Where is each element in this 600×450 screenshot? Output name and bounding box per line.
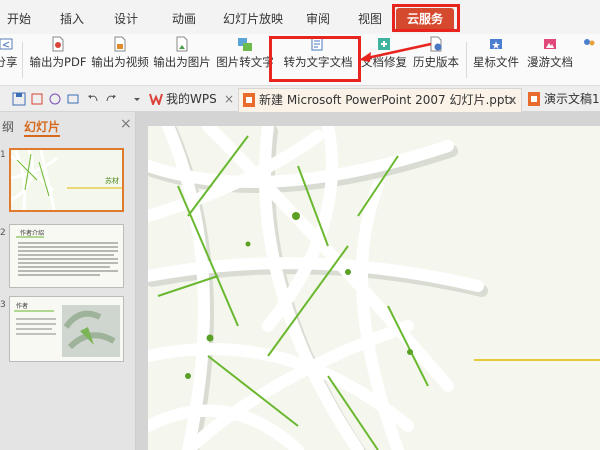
save-icon[interactable] — [12, 92, 26, 106]
tab-current-document-label: 新建 Microsoft PowerPoint 2007 幻灯片.pptx — [259, 93, 517, 107]
image-to-text-icon — [238, 38, 252, 51]
starred-icon — [490, 39, 502, 49]
export-video-button[interactable]: 输出为视频 — [90, 36, 150, 84]
pdf-icon — [52, 36, 64, 52]
export-pdf-button[interactable]: 输出为PDF — [28, 36, 88, 84]
divider — [466, 42, 467, 78]
open-icon[interactable] — [30, 92, 44, 106]
print-icon[interactable] — [48, 92, 62, 106]
close-icon[interactable]: × — [224, 88, 234, 110]
pointer-arrow — [359, 42, 432, 62]
tab-home[interactable]: 开始 — [0, 8, 38, 30]
divider — [22, 42, 23, 78]
pptx-file-icon — [528, 92, 540, 106]
slide-editor[interactable] — [148, 126, 600, 450]
roaming-docs-label: 漫游文档 — [527, 55, 573, 69]
slides-panel-header: 纲 幻灯片 × — [0, 112, 136, 140]
share-icon — [0, 38, 13, 50]
tab-animation[interactable]: 动画 — [164, 8, 204, 30]
share-button[interactable]: 分享 — [0, 36, 18, 84]
tab-design[interactable]: 设计 — [106, 8, 146, 30]
highlight-box-cloud-tab — [392, 4, 460, 32]
undo-icon[interactable] — [86, 92, 100, 106]
slide-background-art — [148, 126, 600, 450]
roaming-docs-button[interactable]: 漫游文档 — [524, 36, 576, 84]
pptx-file-icon — [243, 93, 255, 107]
more-cloud-button[interactable] — [578, 36, 600, 84]
highlight-box-convert — [269, 36, 361, 82]
tab-view[interactable]: 视图 — [350, 8, 390, 30]
video-icon — [114, 36, 126, 52]
tab-slideshow[interactable]: 幻灯片放映 — [212, 8, 294, 30]
thumbnail-title: 作者 — [16, 303, 29, 310]
tab-outline[interactable]: 纲 — [2, 118, 14, 135]
thumbnail-title: 作者介绍 — [20, 230, 45, 237]
tab-current-document[interactable]: 新建 Microsoft PowerPoint 2007 幻灯片.pptx × — [238, 88, 522, 112]
starred-files-label: 星标文件 — [473, 55, 519, 69]
export-image-button[interactable]: 输出为图片 — [152, 36, 212, 84]
close-icon[interactable]: × — [120, 116, 132, 132]
image-icon — [176, 36, 188, 52]
roaming-icon — [544, 39, 556, 49]
export-video-label: 输出为视频 — [91, 55, 149, 69]
slide-thumbnail-3[interactable]: 作者 — [9, 296, 124, 362]
starred-files-button[interactable]: 星标文件 — [470, 36, 522, 84]
share-label: 分享 — [0, 55, 18, 69]
wps-logo-icon — [149, 93, 163, 105]
close-icon[interactable]: × — [507, 89, 517, 111]
tab-my-wps[interactable]: 我的WPS × — [146, 88, 238, 112]
slide-number: 1 — [0, 150, 6, 160]
image-to-text-label: 图片转文字 — [216, 55, 274, 69]
tab-insert[interactable]: 插入 — [52, 8, 92, 30]
slide-thumbnail-2[interactable]: 作者介绍 — [9, 224, 124, 288]
tab-demo-document[interactable]: 演示文稿1 — [524, 88, 600, 112]
redo-icon[interactable] — [104, 92, 118, 106]
export-pdf-label: 输出为PDF — [29, 55, 87, 69]
tab-review[interactable]: 审阅 — [298, 8, 338, 30]
tab-my-wps-label: 我的WPS — [166, 92, 217, 106]
preview-icon[interactable] — [66, 92, 80, 106]
slide-number: 3 — [0, 300, 6, 310]
slide-thumbnail-1[interactable]: 苏材 — [9, 148, 124, 212]
image-to-text-button[interactable]: 图片转文字 — [216, 36, 274, 84]
users-icon — [584, 39, 595, 46]
thumbnail-text: 苏材 — [105, 177, 119, 185]
slide-number: 2 — [0, 228, 6, 238]
export-image-label: 输出为图片 — [153, 55, 211, 69]
chevron-down-icon[interactable] — [130, 92, 144, 106]
tab-demo-document-label: 演示文稿1 — [544, 92, 600, 106]
document-tab-bar: 我的WPS × 新建 Microsoft PowerPoint 2007 幻灯片… — [0, 86, 600, 112]
slides-panel: 纲 幻灯片 × 1 苏材 2 作者介绍 3 作者 — [0, 112, 136, 450]
ribbon-tab-bar: 开始 插入 设计 动画 幻灯片放映 审阅 视图 云服务 — [0, 0, 600, 34]
tab-slides[interactable]: 幻灯片 — [24, 118, 61, 137]
